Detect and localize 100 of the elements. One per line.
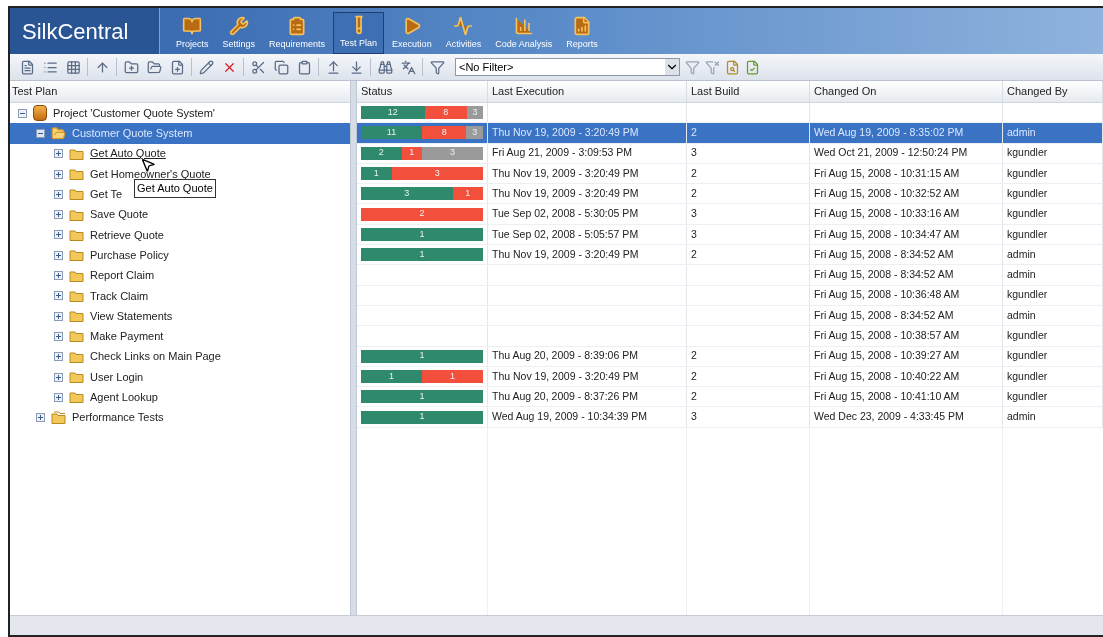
nav-tab[interactable]: Activities [439,12,488,54]
table-cell: Tue Sep 02, 2008 - 5:30:05 PM [492,206,639,222]
tree-row[interactable]: Performance Tests [10,407,164,428]
table-cell-text: Thu Nov 19, 2009 - 3:20:49 PM [492,246,639,262]
cut-icon[interactable] [249,58,267,76]
tree-row[interactable]: Customer Quote System [10,123,350,144]
table-cell-text: Fri Aug 15, 2008 - 10:36:48 AM [814,287,960,303]
activity-icon [453,15,474,36]
expand-icon[interactable] [54,210,63,220]
folder-icon [69,228,84,241]
tree-row[interactable]: View Statements [10,305,173,327]
tree-row[interactable]: Get Te [10,184,123,205]
expand-icon[interactable] [54,331,63,341]
tree-row[interactable]: Project 'Customer Quote System' [10,103,215,124]
expand-icon[interactable] [54,149,63,159]
table-cell-text: Fri Aug 15, 2008 - 10:39:27 AM [814,348,960,364]
grid-row[interactable]: Fri Aug 15, 2008 - 8:34:52 AM admin [357,305,1103,327]
grid-row[interactable]: 1 Thu Aug 20, 2009 - 8:39:06 PM 2 Fri Aug 15, 2008 - 10:39:27 AM kgundler [357,346,1103,367]
grid-row[interactable]: 2 Tue Sep 02, 2008 - 5:30:05 PM 3 Fri Aug 15, 2008 - 10:33:16 AM kgundler [357,204,1103,225]
tree-row[interactable]: Retrieve Quote [10,224,164,246]
expand-icon[interactable] [54,372,63,382]
column-header[interactable]: Last Execution [488,81,687,102]
status-segment: 3 [467,106,483,120]
status-segment: 1 [361,227,483,241]
grid-row[interactable]: 1 Tue Sep 02, 2008 - 5:05:57 PM 3 Fri Aug 15, 2008 - 10:34:47 AM kgundler [357,224,1103,246]
check-document-icon[interactable] [745,59,760,75]
expand-icon[interactable] [36,413,45,423]
table-cell-text: Fri Aug 15, 2008 - 10:31:15 AM [814,165,960,181]
search-icon[interactable] [376,58,394,76]
grid-row[interactable]: 1 Thu Aug 20, 2009 - 8:37:26 PM 2 Fri Aug 15, 2008 - 10:41:10 AM kgundler [357,387,1103,408]
filter-dropdown[interactable]: <No Filter> [455,58,680,76]
expand-icon[interactable] [54,352,63,362]
nav-tab[interactable]: Test Plan [333,12,385,54]
table-cell-text: kgundler [1007,287,1048,303]
nav-tab[interactable]: Code Analysis [489,12,559,54]
filter-icon[interactable] [428,58,446,76]
status-segment: 3 [361,187,453,201]
expand-icon[interactable] [54,271,63,280]
edit-icon[interactable] [197,58,215,76]
column-header[interactable]: Changed On [810,81,1003,102]
tree-row[interactable]: Report Claim [10,265,155,286]
expand-icon[interactable] [54,250,63,260]
table-cell-text: 2 [691,246,697,262]
grid-icon[interactable] [64,58,82,76]
tree-row[interactable]: Make Payment [10,326,164,347]
grid-row[interactable]: 1 Thu Nov 19, 2009 - 3:20:49 PM 2 Fri Aug 15, 2008 - 8:34:52 AM admin [357,245,1103,266]
table-cell-text: Fri Aug 15, 2008 - 8:34:52 AM [814,246,954,262]
folder-icon [69,289,84,302]
grid-row[interactable]: Fri Aug 15, 2008 - 10:38:57 AM kgundler [357,326,1103,347]
grid-row[interactable]: Fri Aug 15, 2008 - 8:34:52 AM admin [357,265,1103,286]
tree-row[interactable]: User Login [10,366,144,388]
status-segment: 1 [361,370,422,383]
nav-tab[interactable]: Settings [216,12,262,54]
grid-row[interactable]: 3 1 Thu Nov 19, 2009 - 3:20:49 PM 2 Fri Aug 15, 2008 - 10:32:52 AM kgundler [357,184,1103,205]
table-cell: 3 [691,206,697,222]
collapse-icon[interactable] [18,108,27,118]
tree-row[interactable]: Check Links on Main Page [10,346,221,367]
column-header[interactable]: Changed By [1003,81,1103,102]
column-header[interactable]: Status [357,81,488,102]
expand-icon[interactable] [54,311,63,321]
folder-icon [69,188,84,201]
table-cell: Fri Aug 15, 2008 - 10:33:16 AM [814,206,960,222]
expand-icon[interactable] [54,392,63,402]
tree-row[interactable]: Save Quote [10,204,149,225]
table-cell-text: kgundler [1007,145,1048,161]
table-cell-text: Tue Sep 02, 2008 - 5:05:57 PM [492,226,639,242]
tree-row[interactable]: Agent Lookup [10,387,158,408]
tree-row[interactable]: Track Claim [10,285,149,306]
grid-row[interactable]: 11 8 3 Thu Nov 19, 2009 - 3:20:49 PM 2 Wed Aug 19, 2009 - 8:35:02 PM admin [357,123,1103,144]
tree-row[interactable]: Purchase Policy [10,245,169,266]
folder-icon[interactable] [145,58,163,76]
table-cell-text: kgundler [1007,226,1048,242]
table-cell: Fri Aug 15, 2008 - 8:34:52 AM [814,267,954,283]
tree-label: Make Payment [90,329,164,345]
expand-icon[interactable] [54,189,63,199]
nav-tab[interactable]: Projects [170,12,215,54]
status-segment: 11 [361,126,422,140]
status-segment: 1 [422,370,483,383]
grid-row[interactable]: 1 Wed Aug 19, 2009 - 10:34:39 PM 3 Wed Dec 23, 2009 - 4:33:45 PM admin [357,407,1103,428]
grid-row[interactable]: 1 1 Thu Nov 19, 2009 - 3:20:49 PM 2 Fri Aug 15, 2008 - 10:40:22 AM kgundler [357,366,1103,388]
expand-icon[interactable] [54,169,63,179]
find-icon[interactable] [725,59,740,75]
column-header[interactable]: Last Build [687,81,810,102]
tree-label: Project 'Customer Quote System' [53,105,215,121]
tree-row[interactable]: Get Auto Quote [10,143,166,164]
grid-row[interactable]: 2 1 3 Fri Aug 21, 2009 - 3:09:53 PM 3 Wed Oct 21, 2009 - 12:50:24 PM kgundler [357,143,1103,164]
folder-icon [69,249,84,262]
expand-icon[interactable] [54,291,63,301]
column-header: Test Plan [10,81,350,103]
new-folder-icon[interactable] [122,58,140,76]
collapse-icon[interactable] [36,128,45,138]
nav-tab[interactable]: Execution [386,12,438,54]
grid-row[interactable]: 1 3 Thu Nov 19, 2009 - 3:20:49 PM 2 Fri Aug 15, 2008 - 10:31:15 AM kgundler [357,163,1103,185]
grid-row[interactable]: Fri Aug 15, 2008 - 10:36:48 AM kgundler [357,285,1103,306]
chart-icon [513,15,534,36]
status-segment: 1 [361,410,483,424]
expand-icon[interactable] [54,230,63,240]
table-cell-text: kgundler [1007,185,1048,201]
copy-icon[interactable] [272,58,290,76]
nav-tab[interactable]: Requirements [263,12,332,54]
